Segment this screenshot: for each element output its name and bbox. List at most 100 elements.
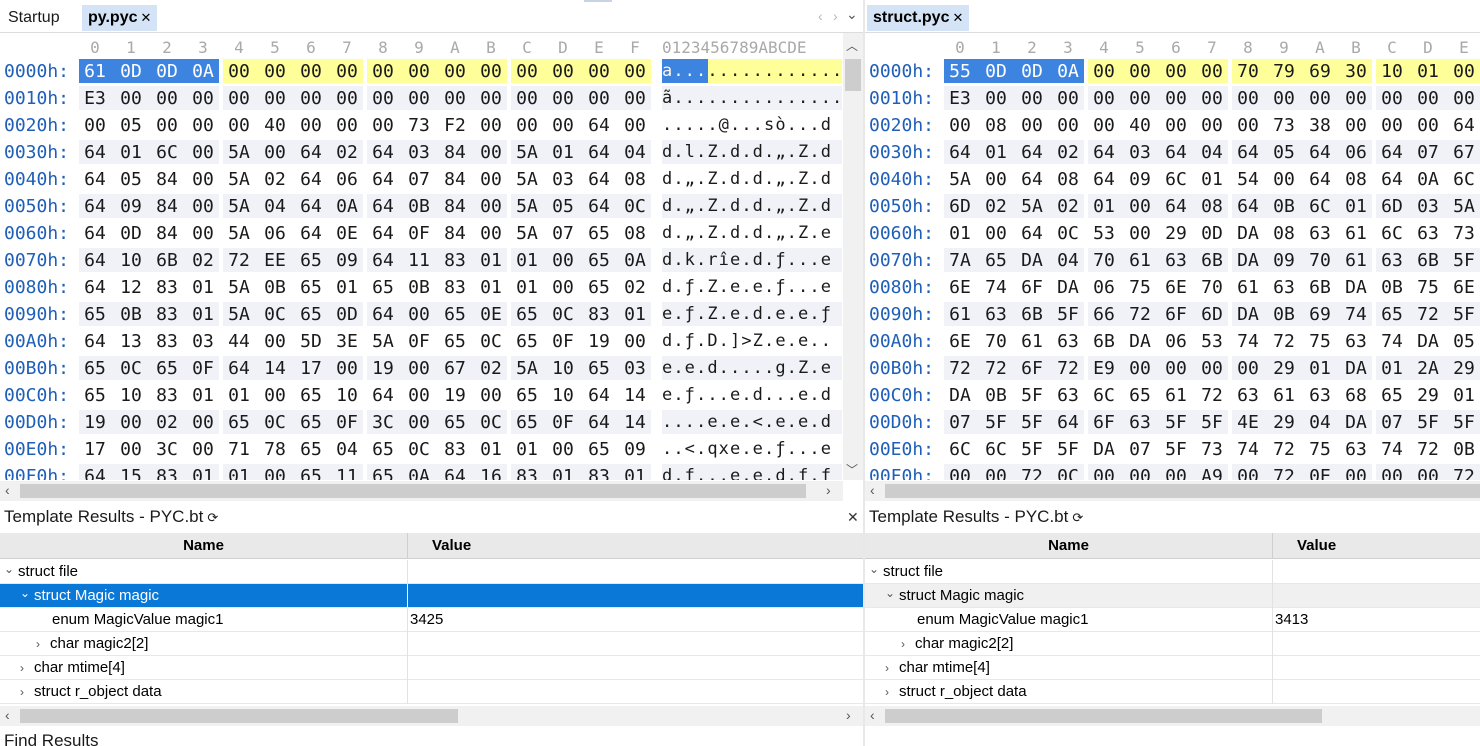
hex-byte[interactable]: 64 xyxy=(365,247,401,274)
hex-byte[interactable]: 00 xyxy=(509,112,545,139)
hex-byte[interactable]: DA xyxy=(942,382,978,409)
hex-byte[interactable]: 00 xyxy=(1410,112,1446,139)
hex-byte[interactable]: 08 xyxy=(1194,193,1230,220)
hex-byte[interactable]: 63 xyxy=(1410,220,1446,247)
hex-byte[interactable]: 6F xyxy=(1014,274,1050,301)
hex-byte[interactable]: 00 xyxy=(257,85,293,112)
hex-byte[interactable]: EE xyxy=(257,247,293,274)
hex-byte[interactable]: 00 xyxy=(257,463,293,480)
hex-byte[interactable]: 0D xyxy=(329,301,365,328)
hex-byte[interactable]: 72 xyxy=(978,355,1014,382)
hex-byte[interactable]: 0C xyxy=(257,301,293,328)
hex-byte[interactable]: 65 xyxy=(437,409,473,436)
hex-byte[interactable]: 03 xyxy=(1122,139,1158,166)
hex-byte[interactable]: 74 xyxy=(978,274,1014,301)
column-separator[interactable] xyxy=(1272,533,1273,559)
hex-byte[interactable]: 65 xyxy=(437,301,473,328)
hex-byte[interactable]: 01 xyxy=(978,139,1014,166)
hex-byte[interactable]: 01 xyxy=(329,274,365,301)
horizontal-scrollbar-left[interactable]: ‹ › xyxy=(0,481,843,501)
hex-byte[interactable]: 05 xyxy=(545,193,581,220)
hex-byte[interactable]: E3 xyxy=(77,85,113,112)
hex-byte[interactable]: DA xyxy=(1338,274,1374,301)
hex-byte[interactable]: 00 xyxy=(221,85,257,112)
hex-byte[interactable]: 00 xyxy=(221,112,257,139)
scroll-up-icon[interactable]: ︿ xyxy=(846,37,858,54)
hex-byte[interactable]: 64 xyxy=(1158,193,1194,220)
hex-byte[interactable]: 29 xyxy=(1410,382,1446,409)
hex-byte[interactable]: 65 xyxy=(293,463,329,480)
hex-byte[interactable]: E3 xyxy=(942,85,978,112)
hex-byte[interactable]: 5F xyxy=(1014,382,1050,409)
hex-byte[interactable]: 63 xyxy=(1158,247,1194,274)
hex-byte[interactable]: 65 xyxy=(581,247,617,274)
hex-byte[interactable]: 0A xyxy=(617,247,653,274)
hex-byte[interactable]: 66 xyxy=(1086,301,1122,328)
hex-byte[interactable]: 83 xyxy=(149,382,185,409)
hex-byte[interactable]: 5A xyxy=(509,355,545,382)
hex-byte[interactable]: 5A xyxy=(221,139,257,166)
hex-byte[interactable]: 64 xyxy=(581,139,617,166)
hex-byte[interactable]: 00 xyxy=(1410,463,1446,480)
hex-byte[interactable]: 5A xyxy=(1014,193,1050,220)
hex-byte[interactable]: 65 xyxy=(978,247,1014,274)
hex-byte[interactable]: 0A xyxy=(185,58,221,85)
hex-byte[interactable]: 6D xyxy=(942,193,978,220)
hex-byte[interactable]: 02 xyxy=(149,409,185,436)
hex-byte[interactable]: 7A xyxy=(942,247,978,274)
hex-byte[interactable]: 65 xyxy=(293,301,329,328)
hex-byte[interactable]: 61 xyxy=(942,301,978,328)
ascii-text[interactable]: e.e.d.....g.Z.e xyxy=(662,355,832,382)
hex-byte[interactable]: 01 xyxy=(617,301,653,328)
hex-byte[interactable]: 65 xyxy=(365,436,401,463)
tab-struct-pyc[interactable]: struct.pyc ✕ xyxy=(867,5,970,31)
hex-byte[interactable]: 07 xyxy=(942,409,978,436)
hex-byte[interactable]: 63 xyxy=(1050,328,1086,355)
tree-row[interactable]: ⌄ struct file xyxy=(0,560,863,584)
hex-byte[interactable]: 11 xyxy=(329,463,365,480)
ascii-text[interactable]: d.„.Z.d.d.„.Z.e xyxy=(662,220,832,247)
hex-byte[interactable]: 6F xyxy=(1086,409,1122,436)
hex-byte[interactable]: 01 xyxy=(1194,166,1230,193)
hex-byte[interactable]: 07 xyxy=(545,220,581,247)
hex-byte[interactable]: 00 xyxy=(1446,85,1480,112)
hex-byte[interactable]: 00 xyxy=(1374,85,1410,112)
hex-byte[interactable]: 02 xyxy=(185,247,221,274)
hex-byte[interactable]: 00 xyxy=(257,58,293,85)
tree-row[interactable]: enum MagicValue magic1 3425 xyxy=(0,608,863,632)
hex-byte[interactable]: 01 xyxy=(185,274,221,301)
hex-byte[interactable]: 00 xyxy=(978,220,1014,247)
hex-byte[interactable]: 64 xyxy=(365,166,401,193)
hex-byte[interactable]: 64 xyxy=(581,382,617,409)
hex-byte[interactable]: 63 xyxy=(1050,382,1086,409)
hex-byte[interactable]: 0C xyxy=(617,193,653,220)
hex-byte[interactable]: 64 xyxy=(1014,139,1050,166)
hex-byte[interactable]: 00 xyxy=(1014,112,1050,139)
tree-row[interactable]: ⌄ struct Magic magic xyxy=(0,584,863,608)
hex-byte[interactable]: 64 xyxy=(1302,139,1338,166)
hex-byte[interactable]: 72 xyxy=(1266,436,1302,463)
hex-byte[interactable]: 54 xyxy=(1230,166,1266,193)
hex-byte[interactable]: 01 xyxy=(1302,355,1338,382)
hex-byte[interactable]: 00 xyxy=(473,58,509,85)
hex-byte[interactable]: 00 xyxy=(1158,112,1194,139)
hex-byte[interactable]: 5A xyxy=(221,193,257,220)
hex-byte[interactable]: DA xyxy=(1338,409,1374,436)
hex-byte[interactable]: 44 xyxy=(221,328,257,355)
hex-byte[interactable]: 00 xyxy=(1122,463,1158,480)
hex-byte[interactable]: 01 xyxy=(942,220,978,247)
hex-byte[interactable]: 53 xyxy=(1194,328,1230,355)
hex-byte[interactable]: 0B xyxy=(1266,301,1302,328)
hex-byte[interactable]: 63 xyxy=(1302,220,1338,247)
hex-byte[interactable]: 09 xyxy=(1266,247,1302,274)
hex-byte[interactable]: 03 xyxy=(185,328,221,355)
hex-byte[interactable]: 00 xyxy=(185,112,221,139)
hex-byte[interactable]: 64 xyxy=(365,382,401,409)
hex-byte[interactable]: 40 xyxy=(1122,112,1158,139)
hex-byte[interactable]: 64 xyxy=(365,220,401,247)
hex-byte[interactable]: 17 xyxy=(77,436,113,463)
hex-byte[interactable]: 0B xyxy=(1446,436,1480,463)
hex-byte[interactable]: 00 xyxy=(1410,85,1446,112)
hex-byte[interactable]: 65 xyxy=(293,409,329,436)
scroll-left-icon[interactable]: ‹ xyxy=(870,707,875,723)
